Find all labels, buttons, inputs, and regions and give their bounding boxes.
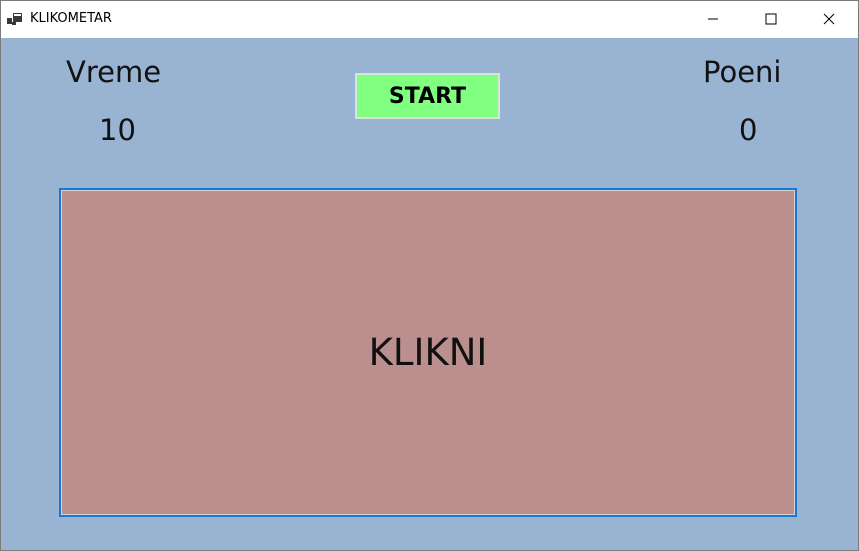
time-value: 10 bbox=[99, 113, 136, 147]
title-bar[interactable]: KLIKOMETAR bbox=[1, 1, 858, 38]
time-label: Vreme bbox=[66, 55, 162, 89]
maximize-icon bbox=[765, 10, 777, 29]
minimize-icon bbox=[707, 10, 719, 29]
score-value: 0 bbox=[739, 113, 758, 147]
window-title: KLIKOMETAR bbox=[30, 11, 112, 26]
score-label: Poeni bbox=[703, 55, 782, 89]
maximize-button[interactable] bbox=[742, 1, 800, 38]
click-area-button[interactable]: KLIKNI bbox=[59, 188, 797, 517]
close-button[interactable] bbox=[800, 1, 858, 38]
app-window-icon bbox=[7, 12, 23, 26]
start-button[interactable]: START bbox=[355, 73, 500, 119]
app-window: KLIKOMETAR Vreme 10 START Poeni 0 KLIKNI bbox=[0, 0, 859, 551]
minimize-button[interactable] bbox=[684, 1, 742, 38]
close-icon bbox=[823, 10, 835, 29]
